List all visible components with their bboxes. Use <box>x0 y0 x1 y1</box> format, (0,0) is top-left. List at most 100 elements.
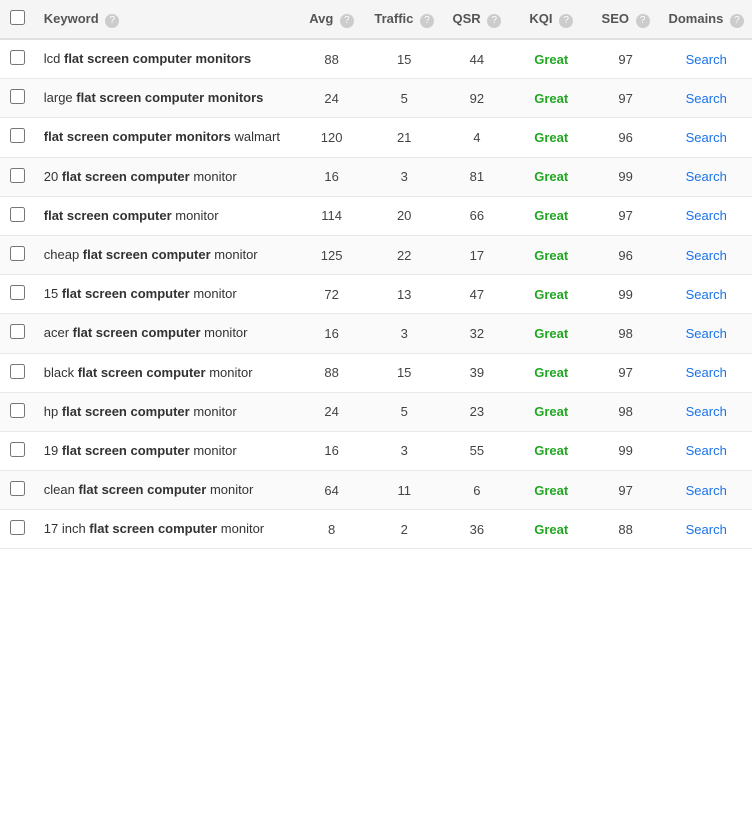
search-link[interactable]: Search <box>686 91 727 106</box>
row-traffic: 5 <box>366 392 442 431</box>
row-checkbox[interactable] <box>10 403 25 418</box>
keyword-suffix-part: monitor <box>201 325 248 340</box>
row-checkbox-cell <box>0 39 36 79</box>
keyword-normal-part: 17 inch <box>44 521 90 536</box>
row-qsr: 55 <box>442 431 512 470</box>
row-kqi: Great <box>512 314 591 353</box>
domains-info-icon[interactable]: ? <box>730 14 744 28</box>
select-all-checkbox[interactable] <box>10 10 25 25</box>
keyword-bold-part: flat screen computer <box>62 286 190 301</box>
table-row: flat screen computer monitors walmart120… <box>0 118 752 157</box>
keyword-bold-part: flat screen computer <box>62 169 190 184</box>
keyword-info-icon[interactable]: ? <box>105 14 119 28</box>
table-header-row: Keyword ? Avg ? Traffic ? QSR ? KQI ? <box>0 0 752 39</box>
row-kqi: Great <box>512 118 591 157</box>
row-checkbox[interactable] <box>10 285 25 300</box>
search-link[interactable]: Search <box>686 443 727 458</box>
table-row: cheap flat screen computer monitor125221… <box>0 235 752 274</box>
row-avg: 114 <box>297 196 367 235</box>
row-checkbox[interactable] <box>10 520 25 535</box>
row-keyword: large flat screen computer monitors <box>36 79 297 118</box>
keyword-bold-part: flat screen computer monitors <box>76 90 263 105</box>
row-domains: Search <box>660 196 752 235</box>
row-traffic: 15 <box>366 39 442 79</box>
search-link[interactable]: Search <box>686 326 727 341</box>
row-checkbox-cell <box>0 510 36 549</box>
search-link[interactable]: Search <box>686 208 727 223</box>
row-checkbox[interactable] <box>10 50 25 65</box>
row-avg: 88 <box>297 39 367 79</box>
row-seo: 97 <box>591 471 661 510</box>
seo-info-icon[interactable]: ? <box>636 14 650 28</box>
row-avg: 16 <box>297 314 367 353</box>
keyword-suffix-part: monitor <box>190 404 237 419</box>
row-checkbox-cell <box>0 431 36 470</box>
row-avg: 88 <box>297 353 367 392</box>
search-link[interactable]: Search <box>686 169 727 184</box>
row-checkbox-cell <box>0 314 36 353</box>
keyword-normal-part: lcd <box>44 51 64 66</box>
row-checkbox-cell <box>0 471 36 510</box>
row-keyword: cheap flat screen computer monitor <box>36 235 297 274</box>
row-checkbox[interactable] <box>10 364 25 379</box>
row-avg: 64 <box>297 471 367 510</box>
row-checkbox[interactable] <box>10 207 25 222</box>
search-link[interactable]: Search <box>686 287 727 302</box>
row-checkbox[interactable] <box>10 89 25 104</box>
row-keyword: clean flat screen computer monitor <box>36 471 297 510</box>
row-kqi: Great <box>512 353 591 392</box>
row-checkbox[interactable] <box>10 168 25 183</box>
qsr-info-icon[interactable]: ? <box>487 14 501 28</box>
search-link[interactable]: Search <box>686 522 727 537</box>
search-link[interactable]: Search <box>686 365 727 380</box>
header-checkbox-cell <box>0 0 36 39</box>
row-traffic: 5 <box>366 79 442 118</box>
row-traffic: 15 <box>366 353 442 392</box>
avg-info-icon[interactable]: ? <box>340 14 354 28</box>
row-checkbox[interactable] <box>10 481 25 496</box>
table-row: flat screen computer monitor1142066Great… <box>0 196 752 235</box>
table-row: 15 flat screen computer monitor721347Gre… <box>0 275 752 314</box>
row-qsr: 92 <box>442 79 512 118</box>
row-keyword: 17 inch flat screen computer monitor <box>36 510 297 549</box>
row-checkbox[interactable] <box>10 442 25 457</box>
row-avg: 24 <box>297 392 367 431</box>
row-kqi: Great <box>512 275 591 314</box>
table-row: lcd flat screen computer monitors881544G… <box>0 39 752 79</box>
keyword-suffix-part: monitor <box>172 208 219 223</box>
keyword-normal-part: cheap <box>44 247 83 262</box>
keyword-table: Keyword ? Avg ? Traffic ? QSR ? KQI ? <box>0 0 752 549</box>
keyword-suffix-part: walmart <box>231 129 280 144</box>
row-checkbox[interactable] <box>10 324 25 339</box>
search-link[interactable]: Search <box>686 483 727 498</box>
row-avg: 125 <box>297 235 367 274</box>
row-checkbox[interactable] <box>10 128 25 143</box>
search-link[interactable]: Search <box>686 130 727 145</box>
keyword-suffix-part: monitor <box>206 365 253 380</box>
row-qsr: 32 <box>442 314 512 353</box>
search-link[interactable]: Search <box>686 404 727 419</box>
kqi-info-icon[interactable]: ? <box>559 14 573 28</box>
keyword-suffix-part: monitor <box>206 482 253 497</box>
row-qsr: 81 <box>442 157 512 196</box>
row-checkbox-cell <box>0 157 36 196</box>
row-domains: Search <box>660 157 752 196</box>
row-checkbox-cell <box>0 118 36 157</box>
row-seo: 97 <box>591 353 661 392</box>
search-link[interactable]: Search <box>686 52 727 67</box>
row-traffic: 3 <box>366 431 442 470</box>
row-checkbox[interactable] <box>10 246 25 261</box>
row-avg: 72 <box>297 275 367 314</box>
keyword-bold-part: flat screen computer monitors <box>64 51 251 66</box>
row-domains: Search <box>660 275 752 314</box>
search-link[interactable]: Search <box>686 248 727 263</box>
traffic-info-icon[interactable]: ? <box>420 14 434 28</box>
keyword-suffix-part: monitor <box>217 521 264 536</box>
row-keyword: flat screen computer monitor <box>36 196 297 235</box>
row-seo: 97 <box>591 79 661 118</box>
header-avg-label: Avg <box>309 11 333 26</box>
header-seo: SEO ? <box>591 0 661 39</box>
keyword-normal-part: 20 <box>44 169 62 184</box>
keyword-normal-part: 19 <box>44 443 62 458</box>
row-qsr: 66 <box>442 196 512 235</box>
